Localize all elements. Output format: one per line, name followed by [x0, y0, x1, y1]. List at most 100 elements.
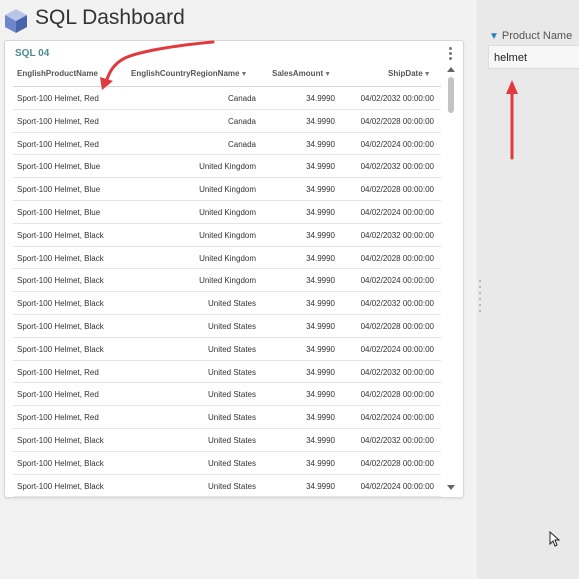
cell-sales-amount: 34.9990 [306, 94, 335, 103]
cell-sales-amount: 34.9990 [306, 481, 335, 491]
table-row[interactable]: Sport-100 Helmet, Black United Kingdom 34.… [13, 269, 441, 293]
cell-sales-amount: 34.9990 [306, 253, 335, 263]
table-row[interactable]: Sport-100 Helmet, Black United Kingdom 34.… [13, 247, 441, 270]
table-row[interactable]: Sport-100 Helmet, Red United States 34.999… [13, 383, 441, 407]
cell-product-name: Sport-100 Helmet, Red [17, 413, 99, 423]
cube-logo-icon [5, 9, 27, 33]
scroll-up-arrow[interactable] [447, 67, 455, 72]
table-row[interactable]: Sport-100 Helmet, Black United States 34.9… [13, 452, 441, 475]
cell-country: United Kingdom [199, 185, 256, 195]
cell-ship-date: 04/02/2028 00:00:00 [360, 390, 434, 400]
column-header-shipdate[interactable]: ShipDate▼ [388, 69, 431, 85]
column-header-product[interactable]: EnglishProductName [17, 69, 98, 85]
caret-down-icon: ▼ [240, 71, 248, 78]
cell-country: United States [207, 299, 256, 309]
cell-ship-date: 04/02/2024 00:00:00 [360, 139, 434, 149]
cell-product-name: Sport-100 Helmet, Black [17, 321, 104, 331]
table-row[interactable]: Sport-100 Helmet, Blue United Kingdom 34.9… [13, 201, 441, 224]
cell-product-name: Sport-100 Helmet, Black [17, 458, 104, 468]
cell-ship-date: 04/02/2028 00:00:00 [360, 458, 434, 468]
filter-label: ▼ Product Name [489, 30, 572, 42]
cell-country: United States [207, 458, 256, 468]
cell-ship-date: 04/02/2024 00:00:00 [360, 276, 434, 286]
cell-ship-date: 04/02/2032 00:00:00 [360, 230, 434, 240]
cell-product-name: Sport-100 Helmet, Black [17, 435, 104, 445]
cell-product-name: Sport-100 Helmet, Red [17, 116, 99, 126]
cell-product-name: Sport-100 Helmet, Black [17, 299, 104, 309]
cell-product-name: Sport-100 Helmet, Blue [17, 162, 101, 172]
scroll-down-arrow[interactable] [447, 485, 455, 490]
cell-ship-date: 04/02/2032 00:00:00 [360, 94, 434, 103]
scrollbar-thumb[interactable] [448, 77, 454, 113]
cell-product-name: Sport-100 Helmet, Blue [17, 207, 101, 217]
table-row[interactable]: Sport-100 Helmet, Red United States 34.999… [13, 406, 441, 429]
table-row[interactable]: Sport-100 Helmet, Red Canada 34.9990 04/02/… [13, 110, 441, 133]
page-title: SQL Dashboard [35, 6, 185, 29]
cell-sales-amount: 34.9990 [306, 139, 335, 149]
table-row[interactable]: Sport-100 Helmet, Black United States 34.9… [13, 475, 441, 497]
cell-country: United States [207, 321, 256, 331]
cell-country: United States [207, 481, 256, 491]
product-name-filter-input[interactable]: helmet [488, 45, 579, 69]
column-header-country[interactable]: EnglishCountryRegionName▼ [131, 69, 247, 85]
table-row[interactable]: Sport-100 Helmet, Black United States 34.9… [13, 292, 441, 315]
table-row[interactable]: Sport-100 Helmet, Black United States 34.9… [13, 429, 441, 452]
table-row[interactable]: Sport-100 Helmet, Black United Kingdom 34.… [13, 224, 441, 247]
cell-country: Canada [227, 116, 256, 126]
caret-down-icon: ▼ [324, 71, 332, 78]
funnel-icon: ▼ [489, 31, 499, 42]
cell-country: United States [207, 435, 256, 445]
cell-product-name: Sport-100 Helmet, Black [17, 253, 104, 263]
column-header-sales[interactable]: SalesAmount▼ [272, 69, 331, 85]
cell-country: United States [207, 367, 256, 377]
cell-country: United Kingdom [199, 162, 256, 172]
cell-country: United States [207, 413, 256, 423]
cell-product-name: Sport-100 Helmet, Red [17, 390, 99, 400]
cell-product-name: Sport-100 Helmet, Blue [17, 185, 101, 195]
cell-sales-amount: 34.9990 [306, 435, 335, 445]
filter-label-text: Product Name [501, 30, 573, 42]
cell-product-name: Sport-100 Helmet, Black [17, 344, 104, 354]
cell-country: United Kingdom [199, 230, 256, 240]
cell-sales-amount: 34.9990 [306, 413, 335, 423]
cell-sales-amount: 34.9990 [306, 390, 335, 400]
cell-ship-date: 04/02/2024 00:00:00 [360, 481, 434, 491]
table-row[interactable]: Sport-100 Helmet, Blue United Kingdom 34.9… [13, 155, 441, 179]
cell-ship-date: 04/02/2028 00:00:00 [360, 185, 434, 195]
table-row[interactable]: Sport-100 Helmet, Red Canada 34.9990 04/02/… [13, 87, 441, 110]
cell-product-name: Sport-100 Helmet, Black [17, 481, 104, 491]
cell-product-name: Sport-100 Helmet, Red [17, 367, 99, 377]
cell-sales-amount: 34.9990 [306, 162, 335, 172]
cell-country: United Kingdom [199, 207, 256, 217]
cell-ship-date: 04/02/2032 00:00:00 [360, 367, 434, 377]
cell-ship-date: 04/02/2024 00:00:00 [360, 344, 434, 354]
cell-country: Canada [227, 94, 256, 103]
cell-sales-amount: 34.9990 [306, 185, 335, 195]
cell-country: United States [207, 390, 256, 400]
cell-ship-date: 04/02/2028 00:00:00 [360, 116, 434, 126]
table-row[interactable]: Sport-100 Helmet, Blue United Kingdom 34.9… [13, 178, 441, 201]
cell-ship-date: 04/02/2028 00:00:00 [360, 321, 434, 331]
cell-sales-amount: 34.9990 [306, 230, 335, 240]
cell-sales-amount: 34.9990 [306, 276, 335, 286]
cell-country: United States [207, 344, 256, 354]
table-row[interactable]: Sport-100 Helmet, Black United States 34.9… [13, 315, 441, 338]
cell-sales-amount: 34.9990 [306, 299, 335, 309]
dashboard-header: SQL Dashboard [0, 0, 477, 40]
cell-ship-date: 04/02/2032 00:00:00 [360, 162, 434, 172]
cell-product-name: Sport-100 Helmet, Red [17, 139, 99, 149]
cell-ship-date: 04/02/2028 00:00:00 [360, 253, 434, 263]
table-row[interactable]: Sport-100 Helmet, Black United States 34.9… [13, 338, 441, 361]
cell-sales-amount: 34.9990 [306, 207, 335, 217]
pane-splitter-handle[interactable] [479, 280, 482, 314]
table-row[interactable]: Sport-100 Helmet, Red United States 34.999… [13, 361, 441, 384]
kebab-menu-icon[interactable] [446, 47, 454, 63]
cell-country: Canada [227, 139, 256, 149]
table-body: Sport-100 Helmet, Red Canada 34.9990 04/02/… [13, 87, 441, 497]
cell-country: United Kingdom [199, 276, 256, 286]
table-row[interactable]: Sport-100 Helmet, Red Canada 34.9990 04/02/… [13, 133, 441, 156]
cell-sales-amount: 34.9990 [306, 344, 335, 354]
cell-product-name: Sport-100 Helmet, Red [17, 94, 99, 103]
cell-sales-amount: 34.9990 [306, 458, 335, 468]
widget-title: SQL 04 [15, 48, 50, 59]
